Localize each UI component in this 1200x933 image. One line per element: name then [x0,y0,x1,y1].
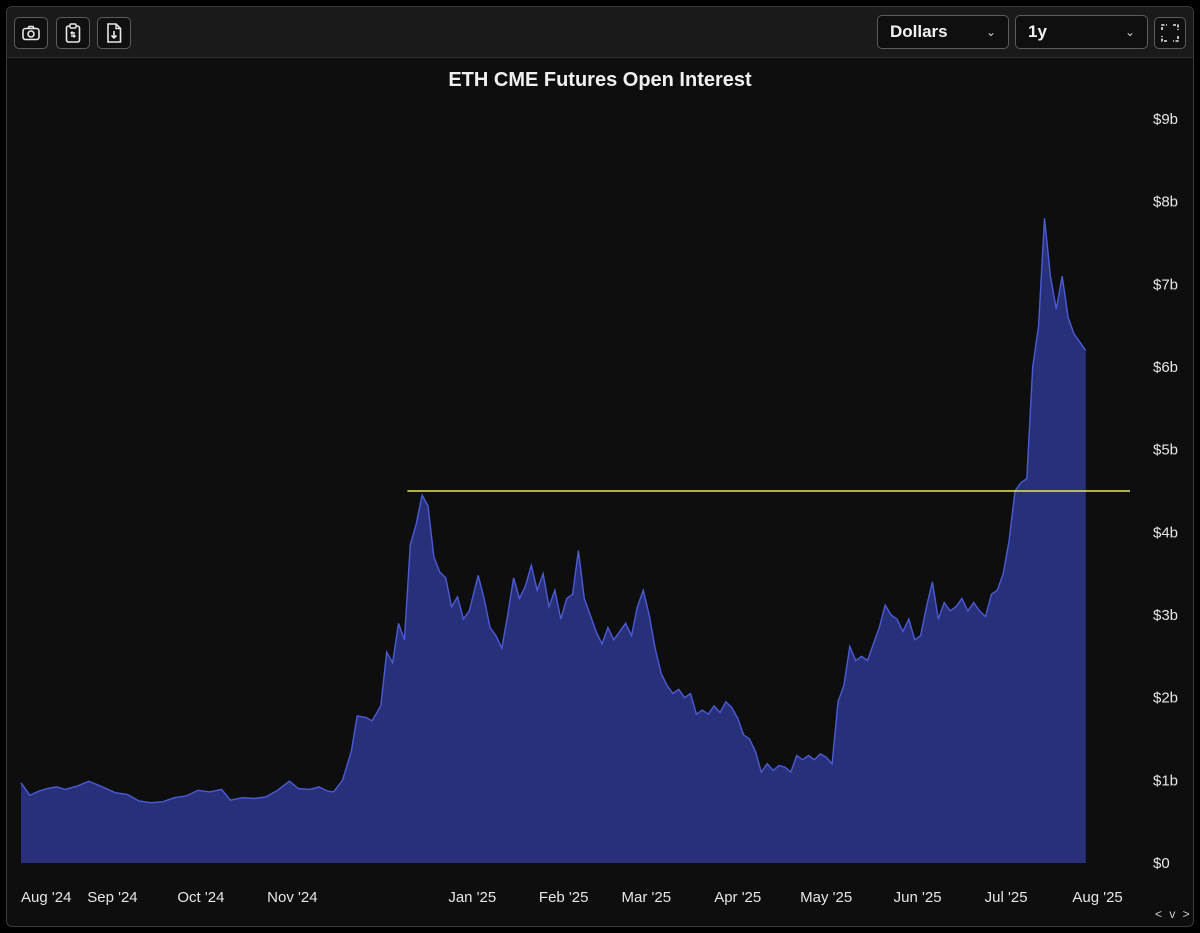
y-tick-label: $5b [1153,442,1178,459]
x-tick-label: Aug '24 [21,889,71,906]
x-tick-label: Aug '25 [1072,889,1122,906]
y-tick-label: $9b [1153,111,1178,128]
chart-window: Dollars ⌄ 1y ⌄ ETH CME Futures Open Inte… [6,6,1194,927]
x-tick-label: May '25 [800,889,852,906]
y-tick-label: $8b [1153,194,1178,211]
x-tick-label: Jan '25 [448,889,496,906]
x-tick-label: Jul '25 [985,889,1028,906]
x-tick-label: Apr '25 [714,889,761,906]
x-tick-label: Nov '24 [267,889,317,906]
y-tick-label: $1b [1153,772,1178,789]
y-tick-label: $7b [1153,276,1178,293]
chart-navigation-hint[interactable]: < v > [1155,907,1192,921]
x-tick-label: Mar '25 [622,889,672,906]
x-tick-label: Feb '25 [539,889,589,906]
y-tick-label: $3b [1153,607,1178,624]
y-tick-label: $0 [1153,855,1170,872]
y-tick-label: $4b [1153,524,1178,541]
x-tick-label: Jun '25 [894,889,942,906]
y-tick-label: $6b [1153,359,1178,376]
chart-canvas[interactable]: $0 $1b $2b $3b $4b $5b $6b $7b $8b $9b Aug '24 Sep … [7,7,1193,926]
y-tick-label: $2b [1153,690,1178,707]
x-tick-label: Oct '24 [177,889,224,906]
x-tick-label: Sep '24 [87,889,137,906]
area-series-fill [21,218,1086,863]
